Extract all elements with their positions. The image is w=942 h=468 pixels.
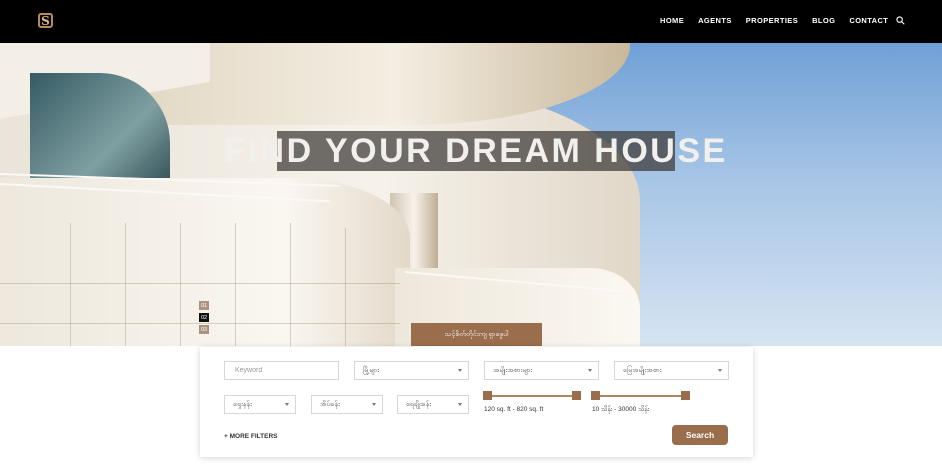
logo-icon[interactable]: S	[38, 13, 53, 28]
caret-down-icon	[372, 403, 376, 406]
area-slider-fill	[484, 395, 581, 397]
hero-headline-box: FIND YOUR DREAM HOUSE	[224, 131, 725, 171]
bedrooms-select[interactable]: အိပ်ခန်း	[311, 395, 383, 414]
property-type-select[interactable]: အမျိုးအစားများ	[484, 361, 599, 380]
area-slider-min-handle[interactable]	[483, 391, 492, 400]
panel-line	[125, 223, 126, 346]
land-type-select[interactable]: မြေအမျိုးအစား	[614, 361, 729, 380]
bathrooms-select[interactable]: ရေချိုးခန်း	[397, 395, 469, 414]
search-icon[interactable]	[896, 16, 905, 25]
search-tab[interactable]: သင့်စိတ်တိုင်းကျ ရှာဖွေပါ	[411, 323, 542, 346]
caret-down-icon	[285, 403, 289, 406]
price-slider-fill	[592, 395, 690, 397]
panel-line	[235, 223, 236, 346]
price-range-label: 10 သိန်း - 30000 သိန်း	[592, 406, 650, 413]
panel-line	[180, 223, 181, 346]
keyword-field[interactable]	[224, 361, 339, 380]
price-slider-min-handle[interactable]	[591, 391, 600, 400]
nav-home[interactable]: HOME	[660, 16, 684, 25]
panel-line	[70, 223, 71, 346]
panel-line	[345, 228, 346, 346]
caret-down-icon	[588, 369, 592, 372]
nav-contact[interactable]: CONTACT	[849, 16, 888, 25]
nav-properties[interactable]: PROPERTIES	[746, 16, 798, 25]
area-range-label: 120 sq. ft - 820 sq. ft	[484, 406, 544, 413]
price-slider-max-handle[interactable]	[681, 391, 690, 400]
nav-blog[interactable]: BLOG	[812, 16, 835, 25]
search-panel: မြို့များ အမျိုးအစားများ မြေအမျိုးအစား ရ…	[200, 347, 753, 457]
city-select[interactable]: မြို့များ	[354, 361, 469, 380]
slide-dot-2[interactable]: 02	[199, 313, 209, 322]
area-slider[interactable]	[483, 391, 581, 400]
area-slider-max-handle[interactable]	[572, 391, 581, 400]
caret-down-icon	[718, 369, 722, 372]
hero-banner: FIND YOUR DREAM HOUSE 01 02 03 သင့်စိတ်တ…	[0, 43, 942, 346]
more-filters-link[interactable]: + MORE FILTERS	[224, 433, 278, 440]
top-navbar: S HOME AGENTS PROPERTIES BLOG CONTACT	[0, 0, 942, 43]
slider-pagination: 01 02 03	[199, 301, 209, 334]
caret-down-icon	[458, 403, 462, 406]
hero-headline: FIND YOUR DREAM HOUSE	[224, 131, 728, 170]
location-select[interactable]: ရှေးနန်း	[224, 395, 296, 414]
search-button[interactable]: Search	[672, 425, 728, 445]
panel-line	[0, 283, 400, 284]
nav-agents[interactable]: AGENTS	[698, 16, 732, 25]
keyword-input[interactable]	[233, 366, 338, 375]
panel-line	[290, 223, 291, 346]
slide-dot-3[interactable]: 03	[199, 325, 209, 334]
price-slider[interactable]	[591, 391, 690, 400]
main-nav: HOME AGENTS PROPERTIES BLOG CONTACT	[660, 16, 888, 25]
slide-dot-1[interactable]: 01	[199, 301, 209, 310]
caret-down-icon	[458, 369, 462, 372]
